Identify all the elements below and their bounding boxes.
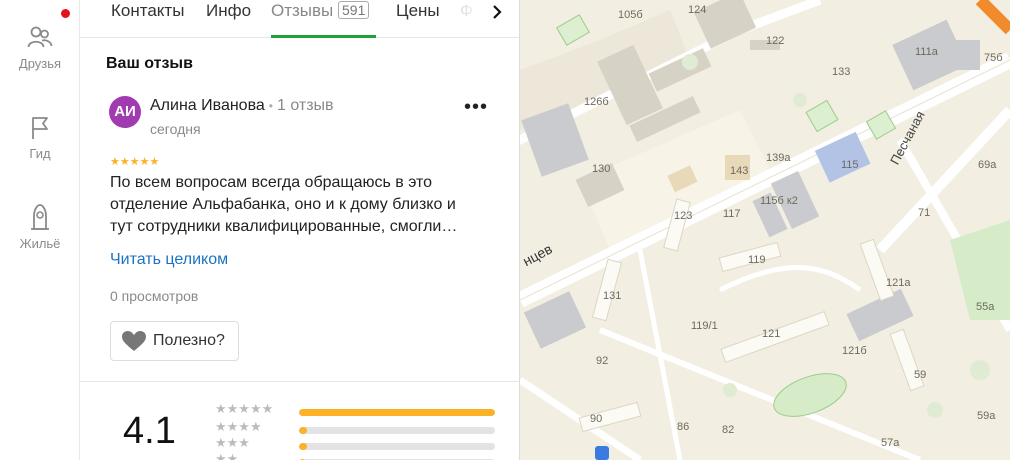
rating-bar-track: [299, 443, 495, 450]
divider: [80, 381, 519, 382]
rail-label-housing: Жильё: [19, 236, 61, 251]
map-label: 69а: [978, 159, 997, 171]
chevron-right-icon[interactable]: [485, 2, 509, 26]
tab-reviews[interactable]: Отзывы 591: [271, 0, 370, 38]
rail-item-housing[interactable]: Жильё: [0, 202, 80, 251]
helpful-button[interactable]: Полезно?: [110, 321, 239, 361]
review-text-line: тут сотрудники квалифицированные, смогли…: [110, 218, 458, 235]
map-label: 59: [914, 369, 927, 381]
tab-info[interactable]: Инфо: [206, 0, 251, 38]
section-title: Ваш отзыв: [106, 55, 193, 72]
tab-prices[interactable]: Цены: [396, 0, 440, 38]
review-text-line: отделение Альфабанка, оно и к дому близк…: [110, 196, 456, 213]
rating-bar-fill: [299, 409, 495, 416]
tab-fade: [456, 0, 486, 34]
author-review-count: 1 отзыв: [277, 97, 334, 114]
review-author: Алина Иванова • 1 отзыв: [150, 97, 334, 115]
tab-contacts[interactable]: Контакты: [111, 0, 184, 38]
map-label: 75б: [984, 52, 1003, 64]
map[interactable]: 105б 124 122 133 111а 75б 126б 139а 115 …: [520, 0, 1010, 460]
map-label: 90: [590, 413, 603, 425]
place-panel: Контакты Инфо Отзывы 591 Цены Ф Ваш отзы…: [80, 0, 520, 460]
map-label: 121б: [842, 345, 867, 357]
reviews-count-badge: 591: [338, 1, 370, 19]
map-label: 143: [730, 165, 749, 177]
map-label: 117: [723, 208, 741, 220]
map-label: 121а: [886, 277, 911, 289]
heart-icon: [122, 331, 146, 351]
map-label: 133: [832, 66, 851, 78]
map-label: 111а: [915, 46, 938, 58]
house-icon: [31, 204, 49, 230]
read-more-link[interactable]: Читать целиком: [110, 251, 228, 269]
map-label: 92: [596, 355, 609, 367]
rating-bar-stars: ★★★★: [215, 419, 262, 434]
map-label: 121: [762, 328, 781, 340]
rail-item-guide[interactable]: Гид: [0, 114, 80, 161]
tab-contacts-label: Контакты: [111, 1, 185, 20]
rating-bar-row: ★★★: [215, 435, 497, 452]
review-date: сегодня: [150, 121, 201, 137]
rail-label-friends: Друзья: [18, 56, 62, 71]
rating-bar-row: ★★★★★: [215, 401, 497, 418]
review-stars: ★★★★★: [110, 156, 160, 168]
map-label: 57а: [881, 437, 900, 449]
rating-bar-track: [299, 427, 495, 434]
map-label: 115б к2: [760, 195, 798, 207]
rating-bar-stars: ★★★: [215, 435, 250, 450]
more-options-icon[interactable]: •••: [464, 97, 488, 117]
rating-bar-fill: [299, 427, 307, 434]
rating-bar-row: ★★: [215, 451, 497, 460]
rating-bar-fill: [299, 443, 307, 450]
flag-icon: [32, 117, 48, 139]
map-label: 115: [841, 159, 859, 171]
review-text-line: По всем вопросам всегда обращаюсь в это: [110, 174, 433, 191]
map-label: 130: [592, 163, 611, 175]
helpful-label: Полезно?: [153, 332, 225, 349]
author-name[interactable]: Алина Иванова: [150, 97, 265, 114]
map-label: 124: [688, 4, 707, 16]
map-label: 119/1: [691, 320, 718, 332]
friends-icon: [27, 26, 53, 48]
map-label: 105б: [618, 9, 643, 21]
avatar[interactable]: АИ: [109, 96, 141, 128]
review-text: По всем вопросам всегда обращаюсь в это …: [110, 172, 500, 238]
map-label: 139а: [766, 152, 791, 164]
map-label: 131: [603, 290, 622, 302]
left-rail: Друзья Гид Жильё: [0, 0, 80, 460]
rail-item-friends[interactable]: Друзья: [0, 24, 80, 71]
map-label: 123: [674, 210, 693, 222]
tab-info-label: Инфо: [206, 1, 252, 20]
average-rating: 4.1: [123, 410, 176, 452]
rating-bar-row: ★★★★: [215, 419, 497, 436]
map-label: 122: [766, 35, 785, 47]
map-label: 82: [722, 424, 735, 436]
views-count: 0 просмотров: [110, 288, 199, 304]
tab-bar: Контакты Инфо Отзывы 591 Цены Ф: [80, 0, 519, 38]
rail-label-guide: Гид: [29, 146, 51, 161]
map-label: 71: [918, 207, 931, 219]
map-label: 86: [677, 421, 690, 433]
author-separator: •: [268, 99, 273, 113]
rating-bar-stars: ★★: [215, 451, 239, 460]
notification-dot: [61, 9, 70, 18]
rating-bar-track: [299, 409, 495, 416]
rating-bar-stars: ★★★★★: [215, 401, 274, 416]
map-label: 59а: [977, 410, 996, 422]
map-label: 126б: [584, 96, 609, 108]
map-label: 119: [748, 254, 766, 266]
active-tab-indicator: [271, 35, 376, 38]
map-label: 55а: [976, 301, 995, 313]
map-canvas: [520, 0, 1010, 460]
tab-prices-label: Цены: [396, 1, 440, 20]
tab-reviews-label: Отзывы: [271, 1, 334, 20]
